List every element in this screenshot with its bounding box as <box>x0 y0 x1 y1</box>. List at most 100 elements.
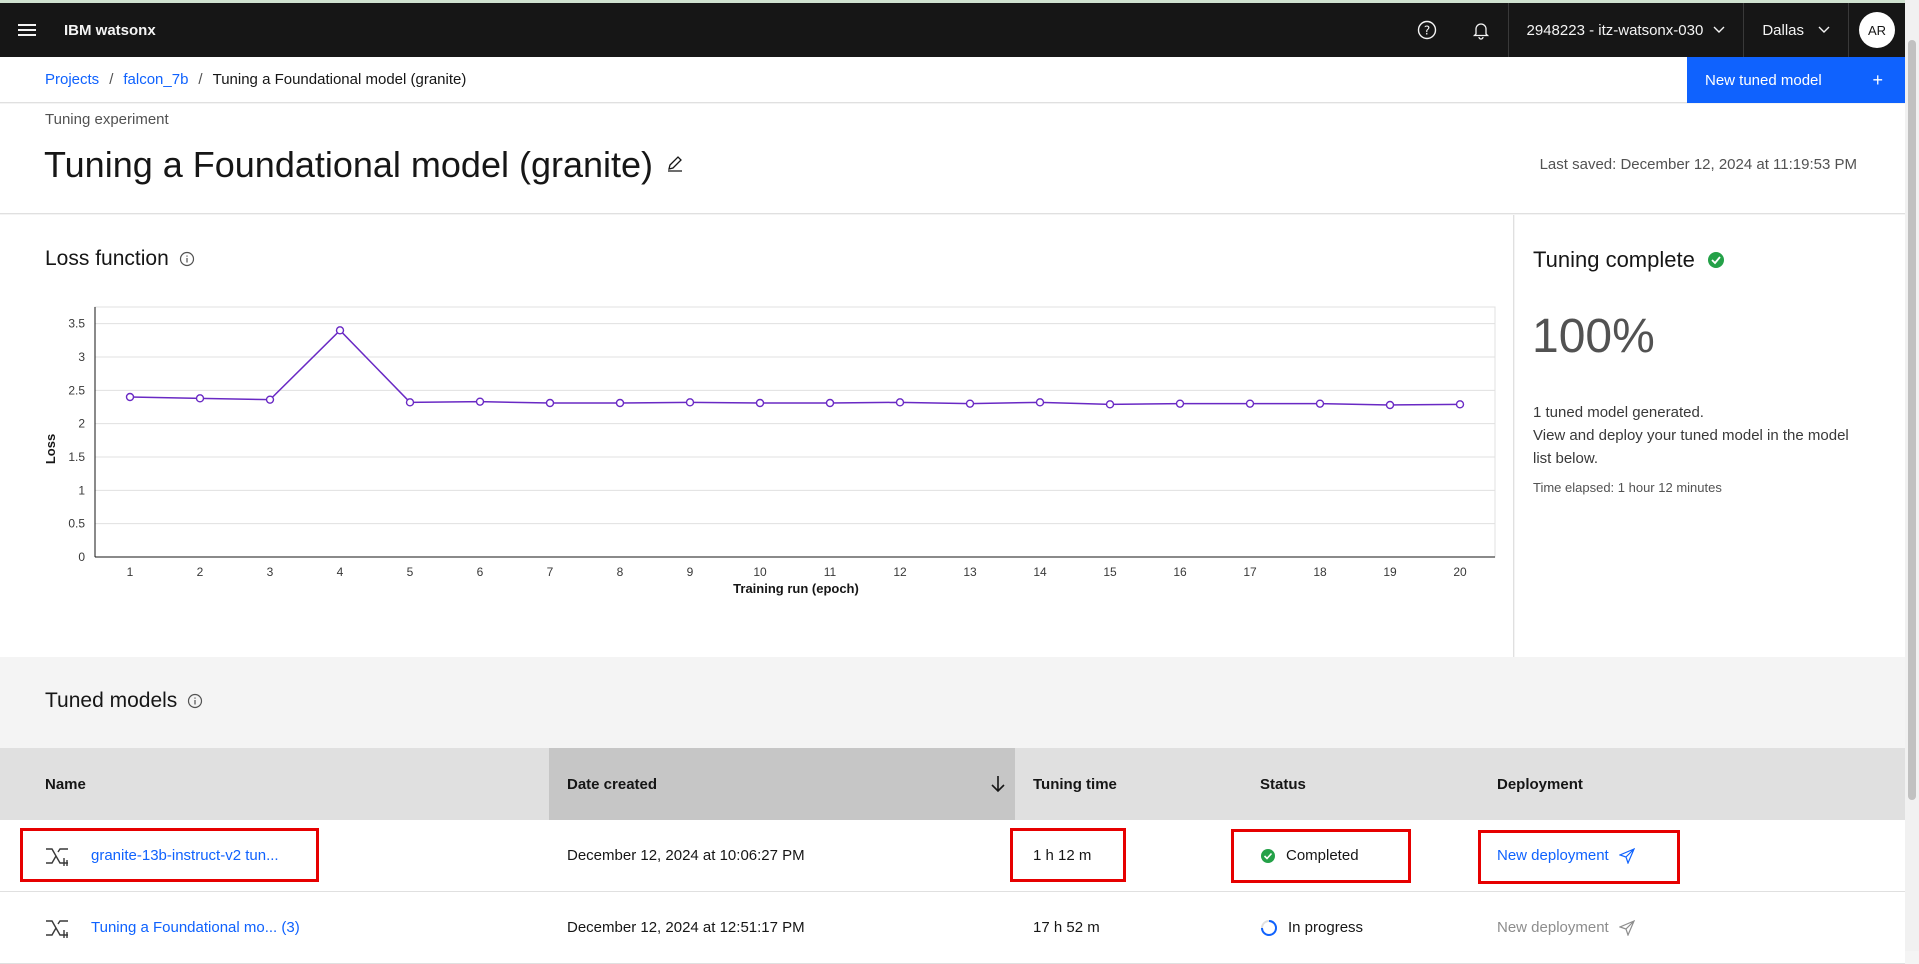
loss-data-point[interactable] <box>1175 399 1185 408</box>
table-cell-status: In progress <box>1242 892 1479 963</box>
x-axis-label: Training run (epoch) <box>733 581 859 596</box>
table-row[interactable]: granite-13b-instruct-v2 tun... December … <box>0 820 1905 892</box>
checkmark-filled-icon <box>1707 252 1724 268</box>
column-header-tuning-time[interactable]: Tuning time <box>1015 748 1242 820</box>
scrollbar-thumb[interactable] <box>1908 40 1916 800</box>
table-row[interactable]: Tuning a Foundational mo... (3) December… <box>0 892 1905 964</box>
loss-data-point[interactable] <box>1315 399 1325 408</box>
tuned-models-label: Tuned models <box>45 689 178 712</box>
loss-data-point[interactable] <box>615 398 625 408</box>
highlight-box <box>1010 828 1126 882</box>
page-scrollbar[interactable] <box>1905 0 1919 951</box>
tuned-models-title: Tuned models <box>45 689 203 713</box>
loss-data-point[interactable] <box>1035 398 1045 407</box>
tuned-model-link[interactable]: Tuning a Foundational mo... (3) <box>91 919 300 936</box>
notification-bell-icon[interactable] <box>1454 3 1508 57</box>
new-tuned-model-button[interactable]: New tuned model + <box>1687 57 1905 103</box>
loss-data-point[interactable] <box>755 398 765 408</box>
column-header-date[interactable]: Date created <box>549 748 1015 820</box>
column-header-name[interactable]: Name <box>0 748 549 820</box>
help-icon[interactable]: ? <box>1400 3 1454 57</box>
y-tick-label: 0 <box>78 550 85 564</box>
table-header: Name Date created Tuning time Status Dep… <box>0 748 1905 820</box>
x-tick-label: 18 <box>1313 565 1327 579</box>
loss-data-point[interactable] <box>685 398 695 407</box>
brand-logo[interactable]: IBM watsonx <box>64 22 156 39</box>
highlight-box <box>1478 830 1680 884</box>
loss-data-point[interactable] <box>1385 400 1395 410</box>
x-tick-label: 7 <box>547 565 554 579</box>
chevron-down-icon <box>1713 26 1725 33</box>
x-tick-label: 11 <box>824 565 837 579</box>
table-cell-tuning-time: 17 h 52 m <box>1033 919 1100 936</box>
x-tick-label: 15 <box>1103 565 1117 579</box>
loss-function-panel: Loss function 0 0.5 1 1.5 2 2.5 3 3.5 1 2 3 4 5 6 7 8 9 1… <box>0 215 1514 657</box>
loss-data-point[interactable] <box>965 399 975 408</box>
new-deployment-link-disabled: New deployment <box>1497 919 1635 936</box>
page-title: Tuning a Foundational model (granite) <box>44 144 654 185</box>
account-switcher[interactable]: 2948223 - itz-watsonx-030 <box>1509 3 1744 57</box>
loss-data-point[interactable] <box>125 392 135 402</box>
divider <box>1848 3 1849 57</box>
new-deployment-label: New deployment <box>1497 919 1609 936</box>
column-header-deployment[interactable]: Deployment <box>1479 748 1905 820</box>
x-tick-label: 4 <box>337 565 344 579</box>
table-cell-tuning-time: 1 h 12 m <box>1010 820 1242 891</box>
loss-data-point[interactable] <box>895 398 905 407</box>
region-switcher[interactable]: Dallas <box>1744 3 1848 57</box>
status-badge: In progress <box>1260 919 1363 937</box>
breadcrumb-current: Tuning a Foundational model (granite) <box>212 71 467 88</box>
new-tuned-model-label: New tuned model <box>1705 71 1822 89</box>
x-tick-label: 17 <box>1243 565 1257 579</box>
highlight-box <box>1231 829 1411 883</box>
tuning-complete-title: Tuning complete <box>1533 247 1725 273</box>
table-cell-deployment: New deployment <box>1479 892 1905 963</box>
page-header: Tuning experiment Tuning a Foundational … <box>0 104 1905 214</box>
breadcrumb-projects[interactable]: Projects <box>45 71 99 88</box>
column-header-status[interactable]: Status <box>1242 748 1479 820</box>
chevron-down-icon <box>1818 26 1830 33</box>
plus-icon: + <box>1872 69 1883 90</box>
loss-data-point[interactable] <box>825 398 835 408</box>
status-text: In progress <box>1288 919 1364 936</box>
x-tick-label: 14 <box>1033 565 1047 579</box>
hamburger-menu-icon[interactable] <box>0 3 54 57</box>
y-tick-label: 2.5 <box>68 383 85 397</box>
time-elapsed: Time elapsed: 1 hour 12 minutes <box>1533 480 1722 495</box>
column-header-date-label: Date created <box>567 775 658 793</box>
loss-data-point[interactable] <box>405 398 415 407</box>
y-tick-label: 0.5 <box>68 517 85 531</box>
x-tick-label: 13 <box>963 565 977 579</box>
avatar[interactable]: AR <box>1859 12 1895 48</box>
loss-data-point[interactable] <box>195 394 205 403</box>
x-tick-label: 20 <box>1453 565 1467 579</box>
y-tick-label: 3 <box>78 350 85 364</box>
loss-data-point[interactable] <box>265 395 275 404</box>
plot-area <box>94 306 1496 558</box>
breadcrumb-project[interactable]: falcon_7b <box>123 71 188 88</box>
tuned-model-icon <box>46 919 68 938</box>
x-tick-label: 1 <box>127 565 134 579</box>
loss-data-point[interactable] <box>1105 400 1115 409</box>
table-cell-name: Tuning a Foundational mo... (3) <box>0 892 549 963</box>
tuned-models-table: Name Date created Tuning time Status Dep… <box>0 748 1905 964</box>
sort-arrow-down-icon[interactable] <box>991 775 1005 793</box>
rocket-send-icon <box>1618 919 1635 936</box>
loss-data-point[interactable] <box>475 397 485 406</box>
info-icon[interactable] <box>187 693 203 709</box>
loss-data-point[interactable] <box>545 398 555 408</box>
tuning-status-panel: Tuning complete 100% 1 tuned model gener… <box>1515 215 1905 657</box>
highlight-box <box>20 828 319 882</box>
table-cell-status: Completed <box>1231 820 1479 891</box>
loss-data-point[interactable] <box>1245 399 1255 408</box>
y-axis-label: Loss <box>43 434 58 464</box>
loss-data-point[interactable] <box>335 326 345 335</box>
table-cell-name: granite-13b-instruct-v2 tun... <box>0 820 549 891</box>
x-tick-label: 19 <box>1383 565 1397 579</box>
x-tick-label: 6 <box>477 565 484 579</box>
y-tick-label: 1 <box>78 483 85 497</box>
top-navigation-bar: IBM watsonx ? 2948223 - itz-watsonx-030 … <box>0 0 1905 57</box>
loss-data-point[interactable] <box>1455 400 1465 409</box>
edit-pencil-icon[interactable] <box>666 154 684 172</box>
page-subtitle: Tuning experiment <box>45 111 169 128</box>
